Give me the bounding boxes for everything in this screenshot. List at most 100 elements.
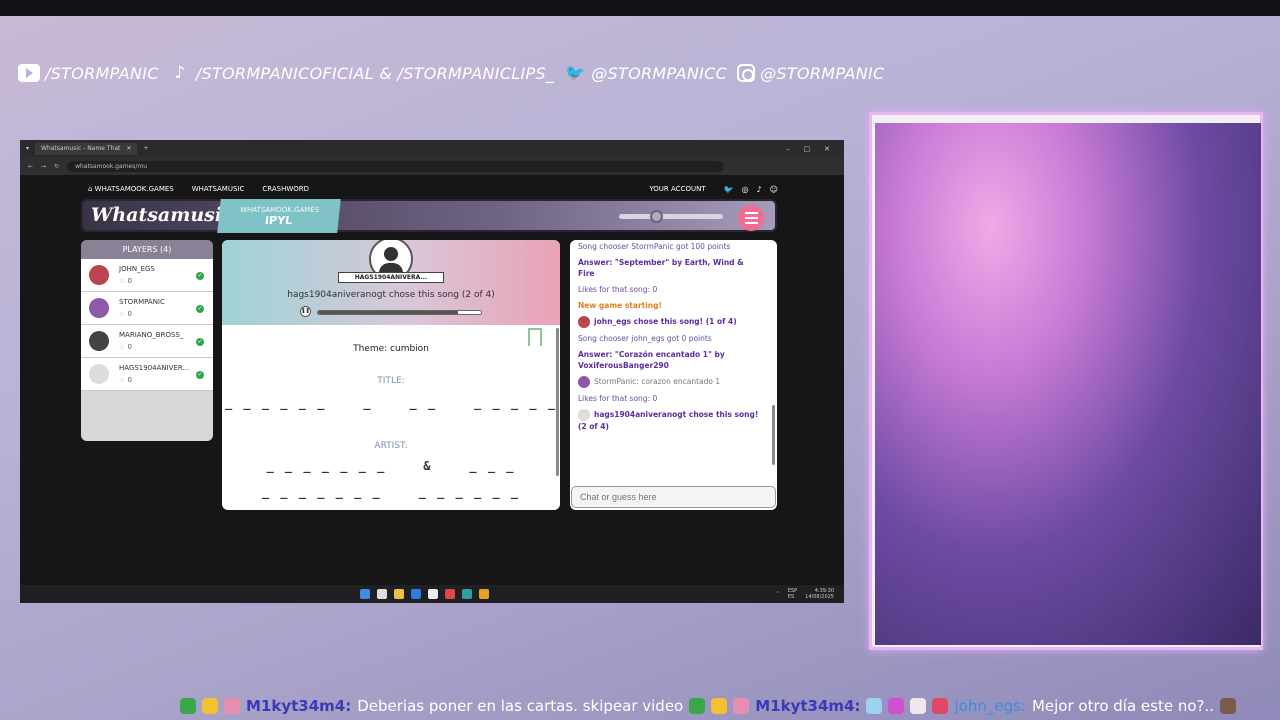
social-instagram: @STORMPANIC [737, 64, 884, 83]
nav-link-whatsamusic[interactable]: WHATSAMUSIC [192, 185, 245, 193]
chat-message: Answer: "September" by Earth, Wind & Fir… [578, 257, 762, 279]
taskbar-app-icon[interactable] [445, 589, 455, 599]
chat-message: john_egs chose this song! (1 of 4) [578, 316, 762, 328]
chat-message-text: Likes for that song: 0 [578, 285, 658, 294]
pause-button[interactable]: ❚❚ [300, 306, 311, 317]
social-handles: /STORMPANIC ♪ /STORMPANICOFICIAL & /STOR… [18, 60, 885, 86]
chat-messages: Song chooser StormPanic got 100 points An… [570, 240, 770, 482]
chat-message: Song chooser StormPanic got 100 points [578, 241, 762, 252]
stream-chat-ticker: M1kyt34m4: Deberias poner en las cartas.… [180, 694, 1280, 718]
social-tiktok-text: /STORMPANICOFICIAL & /STORMPANICLIPS_ [195, 63, 555, 83]
emote-icon [888, 698, 905, 714]
social-youtube: /STORMPANIC [18, 64, 159, 83]
browser-tab[interactable]: Whatsamusic - Name That ✕ [35, 142, 138, 155]
close-window-button[interactable]: ✕ [824, 145, 830, 153]
your-account-link[interactable]: YOUR ACCOUNT [649, 185, 705, 193]
tiktok-icon: ♪ [174, 63, 186, 83]
player-name: HAGS1904ANIVER... [119, 364, 190, 372]
chose-song-text: hags1904aniveranogt chose this song (2 o… [287, 290, 495, 300]
star-icon: ☆ [119, 376, 126, 384]
browser-tab-strip: ▾ Whatsamusic - Name That ✕ + – □ ✕ [20, 140, 844, 157]
emote-icon [202, 698, 218, 714]
instagram-icon [737, 64, 756, 82]
whatsamusic-logo[interactable]: Whatsamusic [91, 204, 234, 226]
room-code-tag[interactable]: WHATSAMOOK.GAMES IPYL [217, 199, 341, 233]
chat-text: Deberias poner en las cartas. skipear vi… [357, 697, 684, 715]
chat-panel: Song chooser StormPanic got 100 points An… [570, 240, 777, 510]
volume-slider[interactable] [619, 210, 723, 223]
back-icon[interactable]: ← [28, 163, 33, 170]
instagram-icon[interactable]: ◎ [742, 185, 749, 194]
minimize-button[interactable]: – [786, 145, 790, 153]
emote-icon [1220, 698, 1237, 714]
player-score: ☆ 0 [119, 343, 132, 351]
tab-search-icon[interactable]: ▾ [26, 145, 29, 152]
menu-button[interactable] [738, 205, 764, 231]
twitter-icon[interactable]: 🐦 [724, 185, 734, 194]
taskbar-app-icon[interactable] [479, 589, 489, 599]
address-bar[interactable]: whatsamook.games/mu [67, 160, 724, 172]
taskbar-app-icon[interactable] [428, 589, 438, 599]
emote-icon [180, 698, 196, 714]
taskbar-app-icon[interactable] [360, 589, 370, 599]
tab-close-icon[interactable]: ✕ [126, 145, 131, 152]
chat-text: Mejor otro día este no?.. [1031, 697, 1215, 715]
nav-link-crashword[interactable]: CRASHWORD [262, 185, 309, 193]
system-tray: ⌃ ESP ES 4:39:30 14/08/2025 [776, 588, 834, 600]
title-label: TITLE: [377, 376, 405, 386]
star-icon: ☆ [119, 310, 126, 318]
progress-fill [318, 311, 459, 314]
player-score-value: 0 [127, 343, 132, 351]
tiktok-icon[interactable]: ♪ [757, 185, 762, 194]
taskbar-app-icon[interactable] [394, 589, 404, 599]
social-twitter-text: @STORMPANICC [591, 63, 728, 83]
chat-input[interactable] [571, 486, 776, 508]
chat-message-text: StormPanic: corazon encantado 1 [594, 377, 721, 386]
player-score-value: 0 [127, 376, 132, 384]
chat-message-text: john_egs chose this song! (1 of 4) [594, 317, 737, 326]
emote-icon [689, 698, 706, 714]
chat-avatar [578, 409, 590, 421]
player-row[interactable]: MARIANO_BROSS_ ☆ 0 ✓ [81, 325, 213, 358]
artist-blanks-line-2: _ _ _ _ _ _ _ _ _ _ _ _ _ [261, 485, 521, 499]
address-bar-row: ← → ↻ whatsamook.games/mu [20, 157, 844, 175]
maximize-button[interactable]: □ [804, 145, 811, 153]
chat-message: Likes for that song: 0 [578, 284, 762, 295]
player-avatar [89, 298, 109, 318]
discord-icon[interactable]: ☺ [770, 185, 778, 194]
game-panel: HAGS1904ANIVERA... hags1904aniveranogt c… [222, 240, 560, 510]
chat-user: M1kyt34m4: [246, 697, 352, 715]
player-row[interactable]: HAGS1904ANIVER... ☆ 0 ✓ [81, 358, 213, 391]
tray-lang[interactable]: ESP ES [788, 588, 797, 600]
tray-chevron-icon[interactable]: ⌃ [776, 591, 780, 597]
artist-label: ARTIST: [374, 441, 408, 451]
taskbar-apps [360, 589, 489, 599]
song-chooser-banner: HAGS1904ANIVERA... hags1904aniveranogt c… [222, 240, 560, 325]
nav-link-whatsamook[interactable]: ⌂ WHATSAMOOK.GAMES [88, 185, 174, 193]
taskbar-clock[interactable]: 4:39:30 14/08/2025 [805, 588, 834, 600]
reload-icon[interactable]: ↻ [54, 163, 59, 170]
chat-message-text: Answer: "September" by Earth, Wind & Fir… [578, 258, 744, 278]
taskbar-app-icon[interactable] [377, 589, 387, 599]
volume-knob[interactable] [650, 210, 664, 223]
new-tab-icon[interactable]: + [143, 145, 148, 152]
game-scrollbar[interactable] [556, 328, 559, 476]
web-page: ⌂ WHATSAMOOK.GAMES WHATSAMUSIC CRASHWORD… [20, 175, 844, 585]
taskbar-app-icon[interactable] [411, 589, 421, 599]
webcam-frame [869, 112, 1263, 650]
nav-link-whatsamook-label: WHATSAMOOK.GAMES [94, 185, 174, 193]
chooser-name-ribbon: HAGS1904ANIVERA... [338, 272, 444, 283]
emote-icon [910, 698, 927, 714]
taskbar-app-icon[interactable] [462, 589, 472, 599]
chat-message-text: hags1904aniveranogt chose this song! (2 … [578, 410, 759, 431]
player-row[interactable]: JOHN_EGS ☆ 0 ✓ [81, 259, 213, 292]
player-name: STORMPANIC [119, 298, 165, 306]
player-row[interactable]: STORMPANIC ☆ 0 ✓ [81, 292, 213, 325]
social-tiktok: ♪ /STORMPANICOFICIAL & /STORMPANICLIPS_ [169, 64, 554, 83]
url-text: whatsamook.games/mu [75, 162, 148, 170]
clock-date: 14/08/2025 [805, 594, 834, 600]
forward-icon[interactable]: → [41, 163, 46, 170]
chat-message: hags1904aniveranogt chose this song! (2 … [578, 409, 762, 432]
chat-scrollbar[interactable] [772, 405, 775, 465]
site-social-icons: 🐦 ◎ ♪ ☺ [724, 185, 778, 194]
